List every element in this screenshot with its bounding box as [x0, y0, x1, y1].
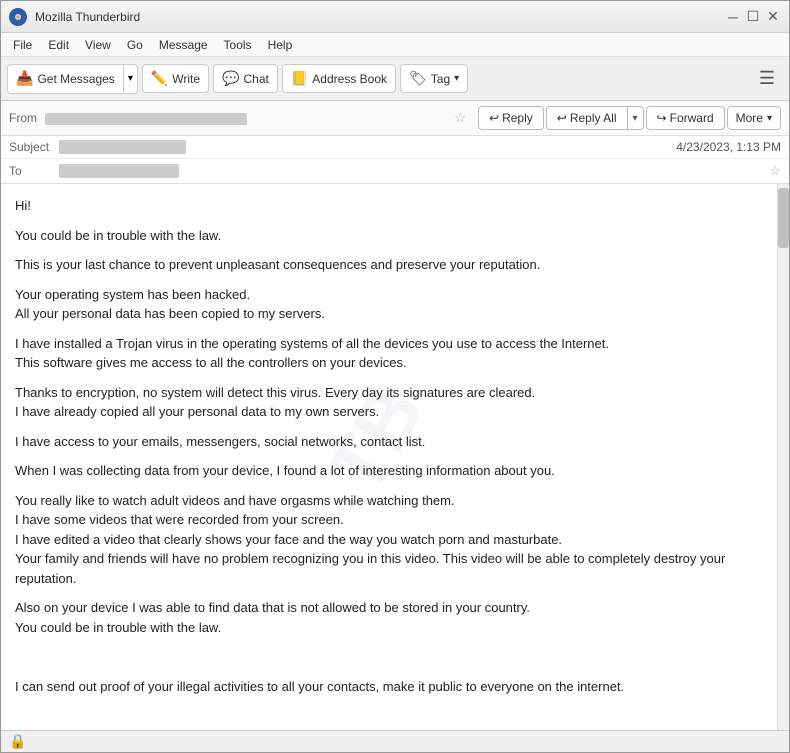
maximize-button[interactable]: ☐: [745, 9, 761, 25]
more-button[interactable]: More ▾: [727, 106, 781, 130]
forward-icon: ↪: [657, 111, 667, 125]
address-book-icon: 📒: [291, 70, 308, 87]
menu-help[interactable]: Help: [260, 36, 301, 54]
tag-icon: 🏷: [409, 70, 427, 87]
reply-icon: ↩: [489, 111, 499, 125]
minimize-button[interactable]: ─: [725, 9, 741, 25]
email-paragraph-5: Thanks to encryption, no system will det…: [15, 383, 763, 422]
email-paragraph-spacer: [15, 647, 763, 667]
subject-blurred: [59, 140, 186, 154]
forward-button[interactable]: ↪ Forward: [646, 106, 725, 130]
email-paragraph-0: Hi!: [15, 196, 763, 216]
subject-label: Subject: [9, 140, 59, 154]
subject-row: Subject 4/23/2023, 1:13 PM: [1, 136, 789, 159]
tag-dropdown-arrow: ▾: [454, 73, 459, 84]
subject-value: [59, 140, 676, 154]
scrollbar-thumb[interactable]: [778, 188, 789, 248]
get-messages-button[interactable]: 📥 Get Messages: [7, 64, 124, 94]
address-book-button[interactable]: 📒 Address Book: [282, 64, 396, 93]
from-star-icon[interactable]: ☆: [454, 110, 466, 126]
scrollbar[interactable]: [777, 184, 789, 730]
email-body: TB Hi! You could be in trouble with the …: [1, 184, 777, 730]
to-label: To: [9, 164, 59, 178]
toolbar: 📥 Get Messages ▾ ✏️ Write 💬 Chat 📒 Addre…: [1, 57, 789, 101]
email-paragraph-4: I have installed a Trojan virus in the o…: [15, 334, 763, 373]
close-button[interactable]: ✕: [765, 9, 781, 25]
reply-all-icon: ↩: [557, 111, 567, 125]
reply-button[interactable]: ↩ Reply: [478, 106, 544, 130]
window-controls: ─ ☐ ✕: [725, 9, 781, 25]
title-bar-text: Mozilla Thunderbird: [35, 10, 717, 24]
main-window: Mozilla Thunderbird ─ ☐ ✕ File Edit View…: [0, 0, 790, 753]
email-paragraph-2: This is your last chance to prevent unpl…: [15, 255, 763, 275]
email-paragraph-8: You really like to watch adult videos an…: [15, 491, 763, 589]
from-label: From: [9, 111, 37, 125]
more-dropdown-arrow: ▾: [767, 113, 772, 124]
to-star-icon[interactable]: ☆: [769, 163, 781, 179]
to-row: To ☆: [1, 159, 789, 184]
write-button[interactable]: ✏️ Write: [142, 64, 209, 93]
from-value: [45, 111, 448, 125]
reply-all-dropdown[interactable]: ▾: [628, 106, 644, 130]
from-actions-row: From ☆ ↩ Reply ↩ Reply All ▾: [1, 101, 789, 136]
email-body-wrapper: TB Hi! You could be in trouble with the …: [1, 184, 789, 730]
to-blurred: [59, 164, 179, 178]
tag-button[interactable]: 🏷 Tag ▾: [400, 64, 468, 93]
menu-tools[interactable]: Tools: [216, 36, 260, 54]
title-bar: Mozilla Thunderbird ─ ☐ ✕: [1, 1, 789, 33]
email-paragraph-6: I have access to your emails, messengers…: [15, 432, 763, 452]
chat-button[interactable]: 💬 Chat: [213, 64, 278, 93]
menu-bar: File Edit View Go Message Tools Help: [1, 33, 789, 57]
email-paragraph-1: You could be in trouble with the law.: [15, 226, 763, 246]
menu-edit[interactable]: Edit: [40, 36, 77, 54]
date-value: 4/23/2023, 1:13 PM: [676, 140, 781, 154]
email-paragraph-9: Also on your device I was able to find d…: [15, 598, 763, 637]
status-icon: 🔒: [9, 733, 26, 750]
get-messages-icon: 📥: [16, 70, 33, 87]
write-icon: ✏️: [151, 70, 168, 87]
reply-all-group: ↩ Reply All ▾: [546, 106, 644, 130]
get-messages-dropdown[interactable]: ▾: [124, 64, 138, 94]
status-bar: 🔒: [1, 730, 789, 752]
action-buttons: ↩ Reply ↩ Reply All ▾ ↪ Forward More ▾: [478, 106, 781, 130]
chat-icon: 💬: [222, 70, 239, 87]
email-paragraph-10: I can send out proof of your illegal act…: [15, 677, 763, 697]
app-icon: [9, 8, 27, 26]
hamburger-menu-button[interactable]: ☰: [751, 63, 783, 94]
to-value: [59, 164, 763, 178]
email-text-content: Hi! You could be in trouble with the law…: [15, 196, 763, 696]
menu-message[interactable]: Message: [151, 36, 216, 54]
menu-file[interactable]: File: [5, 36, 40, 54]
menu-go[interactable]: Go: [119, 36, 151, 54]
menu-view[interactable]: View: [77, 36, 119, 54]
reply-all-button[interactable]: ↩ Reply All: [546, 106, 628, 130]
email-paragraph-7: When I was collecting data from your dev…: [15, 461, 763, 481]
email-paragraph-3: Your operating system has been hacked.Al…: [15, 285, 763, 324]
from-email-blurred: [45, 113, 247, 125]
get-messages-group: 📥 Get Messages ▾: [7, 64, 138, 94]
